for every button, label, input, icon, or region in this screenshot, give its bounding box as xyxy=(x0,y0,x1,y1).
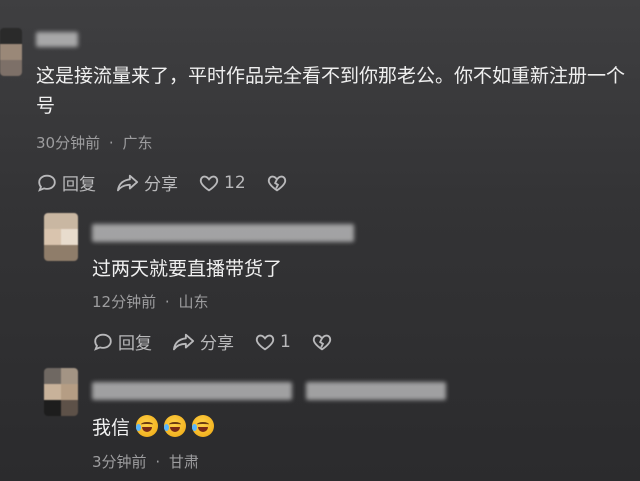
comment-text-body: 我信 xyxy=(92,417,131,439)
reply-bubble-icon xyxy=(94,333,112,351)
meta-separator: · xyxy=(164,293,170,311)
share-arrow-icon xyxy=(116,174,139,191)
user-badge-redacted[interactable] xyxy=(306,382,446,400)
heart-icon xyxy=(199,175,219,191)
timestamp: 3分钟前 xyxy=(92,453,147,471)
laughing-crying-emoji xyxy=(164,415,187,437)
like-count: 1 xyxy=(280,331,291,352)
timestamp: 12分钟前 xyxy=(92,293,157,311)
dislike-button[interactable] xyxy=(266,172,292,194)
username-redacted[interactable] xyxy=(36,32,78,47)
comment-meta: 12分钟前 · 山东 xyxy=(92,291,208,312)
share-label: 分享 xyxy=(200,334,234,354)
reply-label: 回复 xyxy=(62,175,96,195)
share-label: 分享 xyxy=(144,175,178,195)
user-avatar[interactable] xyxy=(44,368,78,416)
meta-separator: · xyxy=(155,453,161,471)
comment-actions: 回复 分享 12 xyxy=(36,170,312,195)
like-button[interactable]: 1 xyxy=(254,331,291,353)
broken-heart-icon xyxy=(267,175,286,191)
share-button[interactable]: 分享 xyxy=(172,329,234,354)
like-button[interactable]: 12 xyxy=(198,172,246,194)
location: 广东 xyxy=(122,134,153,152)
comment-text: 我信 xyxy=(92,413,215,443)
user-avatar[interactable] xyxy=(44,213,78,261)
comment-text: 过两天就要直播带货了 xyxy=(92,258,283,280)
reply-button[interactable]: 回复 xyxy=(92,329,152,354)
like-count: 12 xyxy=(224,172,246,193)
reply-label: 回复 xyxy=(118,334,152,354)
comment-actions: 回复 分享 1 xyxy=(92,329,357,354)
username-redacted[interactable] xyxy=(92,224,354,242)
heart-icon xyxy=(255,334,275,350)
dislike-button[interactable] xyxy=(311,331,337,353)
location: 甘肃 xyxy=(168,453,199,471)
comment-text: 这是接流量来了，平时作品完全看不到你那老公。你不如重新注册一个号 xyxy=(36,65,626,117)
location: 山东 xyxy=(178,293,209,311)
meta-separator: · xyxy=(108,134,114,152)
timestamp: 30分钟前 xyxy=(36,134,101,152)
broken-heart-icon xyxy=(312,334,331,350)
comment-meta: 3分钟前 · 甘肃 xyxy=(92,451,199,472)
share-arrow-icon xyxy=(173,333,195,350)
user-avatar[interactable] xyxy=(0,28,22,76)
share-button[interactable]: 分享 xyxy=(116,170,178,195)
username-redacted[interactable] xyxy=(92,382,292,400)
comment-meta: 30分钟前 · 广东 xyxy=(36,132,152,153)
reply-button[interactable]: 回复 xyxy=(36,170,96,195)
laughing-crying-emoji xyxy=(136,415,159,437)
reply-bubble-icon xyxy=(38,174,56,192)
laughing-crying-emoji xyxy=(192,415,215,437)
